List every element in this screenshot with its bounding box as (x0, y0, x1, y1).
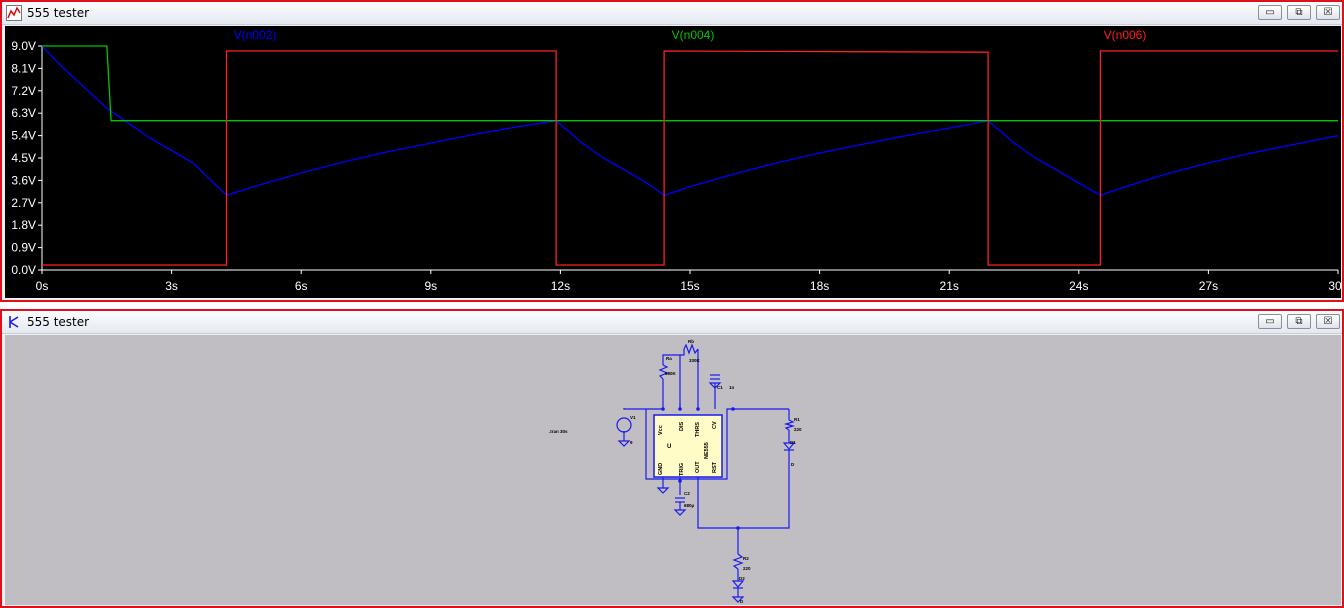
ic-u-label: U (667, 444, 671, 450)
x-tick-label: 3s (165, 279, 178, 293)
x-tick-label: 6s (295, 279, 308, 293)
resistor-r2 (732, 553, 744, 570)
x-tick-label: 27s (1199, 279, 1218, 293)
x-tick-label: 0s (36, 279, 49, 293)
d1-label: D1 (790, 440, 796, 445)
r2-label: R2 (743, 556, 749, 561)
series-line-vn006 (42, 50, 1338, 266)
v1-label: V1 (630, 415, 636, 420)
minimize-button[interactable]: ▭ (1258, 314, 1282, 329)
schematic-icon (9, 316, 19, 328)
wire (680, 349, 685, 356)
led-d2 (731, 580, 745, 588)
y-tick-label: 0.0V (11, 263, 36, 277)
legend-label: V(n006) (1104, 28, 1147, 42)
y-tick-label: 0.9V (11, 241, 36, 255)
window-title: 555 tester (27, 6, 90, 20)
y-tick-label: 1.8V (11, 218, 36, 232)
c2-label: C2 (684, 491, 690, 496)
d2-label: D2 (739, 576, 745, 581)
ground-symbol (617, 440, 631, 447)
restore-button[interactable]: ⧉ (1287, 314, 1311, 329)
waveform-window: 555 tester ▭ ⧉ ☒ 0.0V 0.9V 1.8V 2.7V 3.6V 4.5… (0, 0, 1344, 302)
pin-rst-label: RST (712, 461, 718, 473)
y-tick-label: 7.2V (11, 84, 36, 98)
close-button[interactable]: ☒ (1316, 5, 1340, 20)
waveform-chart[interactable]: 0.0V 0.9V 1.8V 2.7V 3.6V 4.5V 5.4V 6.3V 7.2V 8.1V… (5, 26, 1341, 298)
y-tick-label: 6.3V (11, 106, 36, 120)
schematic-canvas[interactable]: Vcc DIS THRS CV GND TRIG OUT RST NE555 U… (5, 335, 1341, 605)
y-tick-label: 4.5V (11, 151, 36, 165)
x-tick-label: 30s (1328, 279, 1341, 293)
c1-value: 1n (729, 385, 735, 390)
resistor-rb (683, 343, 699, 355)
pin-dis-label: DIS (679, 422, 685, 432)
pin-out-label: OUT (695, 461, 701, 473)
c2-value: 680µ (684, 503, 695, 508)
x-tick-label: 12s (551, 279, 570, 293)
rb-value: 330K (689, 358, 701, 363)
r1-value: 220 (794, 427, 802, 432)
y-tick-label: 5.4V (11, 129, 36, 143)
waveform-plot-pane[interactable]: 0.0V 0.9V 1.8V 2.7V 3.6V 4.5V 5.4V 6.3V 7.2V 8.1V… (5, 26, 1341, 298)
x-tick-label: 9s (424, 279, 437, 293)
y-tick-label: 8.1V (11, 61, 36, 75)
ra-label: Ra (666, 356, 672, 361)
minimize-button[interactable]: ▭ (1258, 5, 1282, 20)
y-tick-label: 2.7V (11, 196, 36, 210)
window-title: 555 tester (27, 315, 90, 329)
schematic-titlebar[interactable]: 555 tester ▭ ⧉ ☒ (2, 311, 1342, 334)
ic-model-label: NE555 (704, 442, 710, 459)
wire (623, 408, 663, 410)
close-button[interactable]: ☒ (1316, 314, 1340, 329)
x-tick-label: 15s (680, 279, 699, 293)
x-tick-label: 24s (1069, 279, 1088, 293)
pin-thrs-label: THRS (695, 422, 701, 437)
r1-label: R1 (794, 417, 800, 422)
waveform-titlebar[interactable]: 555 tester ▭ ⧉ ☒ (2, 2, 1342, 25)
legend-label: V(n002) (234, 28, 277, 42)
resistor-r1 (783, 419, 796, 431)
d1-value: D (791, 462, 795, 467)
y-tick-label: 9.0V (11, 39, 36, 53)
legend-label: V(n004) (672, 28, 715, 42)
ground-symbol (673, 509, 687, 516)
voltage-source-symbol (616, 417, 632, 433)
r2-value: 220 (743, 566, 751, 571)
y-tick-label: 3.6V (11, 173, 36, 187)
pin-vcc-label: Vcc (658, 425, 664, 435)
rb-label: Rb (688, 339, 694, 344)
x-tick-label: 18s (810, 279, 829, 293)
c1-label: C1 (717, 385, 723, 390)
x-tick-label: 21s (940, 279, 959, 293)
v1-value: 9 (630, 440, 633, 445)
pin-cv-label: CV (712, 421, 718, 429)
restore-button[interactable]: ⧉ (1287, 5, 1311, 20)
schematic-window: 555 tester ▭ ⧉ ☒ Vcc DIS THRS CV GND TRI… (0, 309, 1344, 608)
waveform-icon (6, 5, 22, 21)
d2-value: D (740, 599, 744, 604)
ground-symbol (656, 487, 670, 494)
ra-value: 680K (665, 371, 677, 376)
schematic-drawing[interactable]: Vcc DIS THRS CV GND TRIG OUT RST NE555 U… (5, 335, 1341, 605)
pin-trig-label: TRIG (679, 463, 685, 476)
pin-gnd-label: GND (658, 463, 664, 475)
series-line-vn004 (42, 45, 1338, 122)
wire (662, 354, 681, 409)
directive-text[interactable]: .tran 30s (549, 429, 568, 434)
